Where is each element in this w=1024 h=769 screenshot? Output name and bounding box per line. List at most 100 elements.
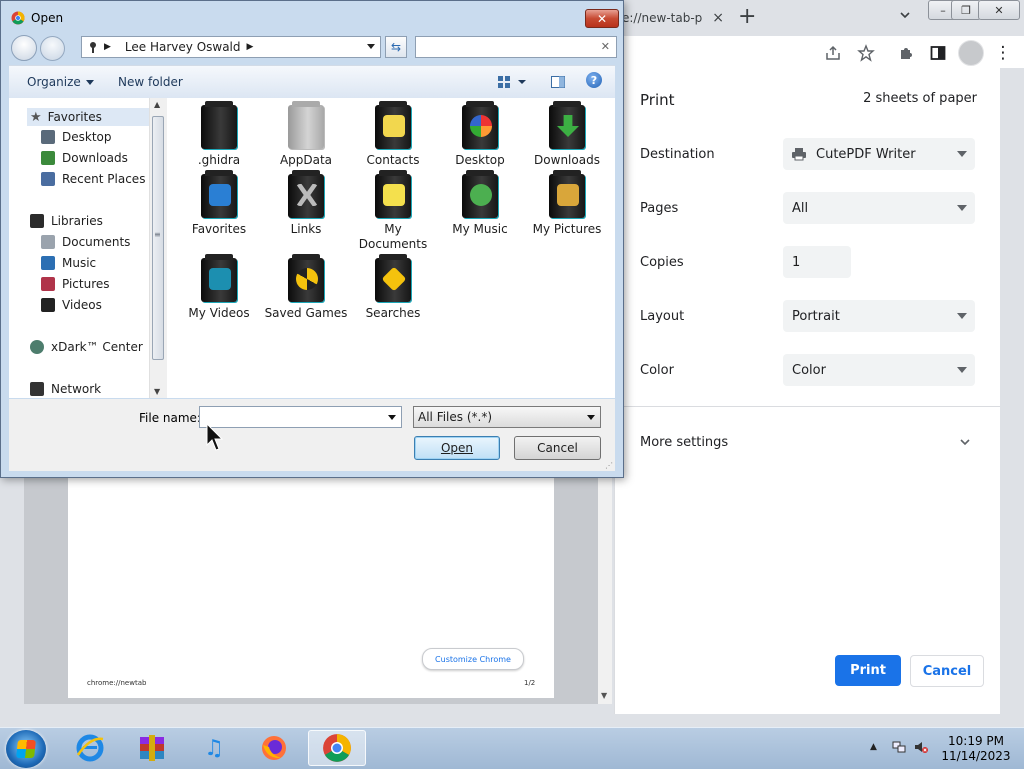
breadcrumb-separator-icon[interactable]: ▶ [247, 42, 254, 52]
scroll-down-arrow-icon[interactable]: ▼ [601, 691, 607, 700]
side-panel-icon[interactable] [929, 44, 947, 62]
folder-my-music[interactable]: My Music [438, 170, 522, 237]
system-clock[interactable]: 10:19 PM 11/14/2023 [940, 734, 1012, 764]
star-icon[interactable] [857, 44, 875, 62]
page-footer-number: 1/2 [524, 679, 536, 687]
folder-appdata[interactable]: AppData [264, 101, 348, 168]
nav-scrollbar[interactable]: ▲ ≡ ▼ [149, 98, 167, 398]
nav-pictures[interactable]: Pictures [41, 277, 110, 291]
file-name-input[interactable] [199, 406, 402, 428]
extensions-icon[interactable] [897, 44, 915, 62]
address-bar[interactable]: ▶ Lee Harvey Oswald ▶ [81, 36, 381, 58]
nav-downloads[interactable]: Downloads [41, 151, 128, 165]
documents-emblem-icon [383, 184, 405, 206]
color-select[interactable]: Color [783, 354, 975, 386]
nav-documents[interactable]: Documents [41, 235, 130, 249]
nav-videos[interactable]: Videos [41, 298, 102, 312]
nav-recent-places[interactable]: Recent Places [41, 172, 145, 186]
new-folder-button[interactable]: New folder [118, 75, 183, 89]
contacts-emblem-icon [383, 115, 405, 137]
nav-desktop-label: Desktop [62, 130, 112, 144]
destination-select[interactable]: CutePDF Writer [783, 138, 975, 170]
taskbar-music[interactable]: ♫ [188, 730, 240, 766]
refresh-button[interactable]: ⇆ [385, 36, 407, 58]
taskbar-ie[interactable] [64, 730, 116, 766]
folder-saved-games[interactable]: Saved Games [264, 254, 348, 321]
organize-button[interactable]: Organize [27, 75, 94, 89]
nav-libraries-label: Libraries [51, 214, 103, 228]
clear-search-icon[interactable]: ✕ [601, 40, 610, 53]
pages-value: All [792, 200, 809, 216]
new-tab-button[interactable]: + [738, 4, 756, 29]
folder-label: .ghidra [197, 153, 241, 167]
nav-libraries[interactable]: Libraries [30, 214, 103, 228]
scroll-down-arrow-icon[interactable]: ▼ [154, 387, 160, 396]
music-icon: ♫ [204, 735, 224, 761]
folder-my-pictures[interactable]: My Pictures [525, 170, 609, 237]
help-icon[interactable]: ? [586, 72, 602, 88]
nav-favorites[interactable]: ★ Favorites [27, 108, 149, 126]
file-name-dropdown-icon[interactable] [388, 415, 396, 420]
volume-muted-icon[interactable] [914, 740, 928, 754]
folder-icon [201, 101, 237, 149]
links-folder-icon [288, 170, 324, 218]
restore-button[interactable]: ❐ [951, 0, 981, 20]
copies-input[interactable]: 1 [783, 246, 851, 278]
folder-searches[interactable]: Searches [351, 254, 435, 321]
more-settings-toggle[interactable]: More settings [640, 435, 728, 450]
menu-icon[interactable]: ⋮ [994, 43, 1012, 63]
back-button[interactable] [11, 35, 37, 61]
open-button[interactable]: Open [414, 436, 500, 460]
resize-grip-icon[interactable]: ⋰ [605, 461, 613, 470]
nav-desktop[interactable]: Desktop [41, 130, 112, 144]
layout-select[interactable]: Portrait [783, 300, 975, 332]
folder-contacts[interactable]: Contacts [351, 101, 435, 168]
dropdown-caret-icon [957, 205, 967, 211]
profile-avatar[interactable] [958, 40, 984, 66]
folder-favorites[interactable]: Favorites [177, 170, 261, 237]
change-view-icon[interactable] [496, 74, 512, 90]
start-button[interactable] [6, 730, 46, 768]
close-window-button[interactable]: ✕ [978, 0, 1020, 20]
taskbar-winrar[interactable] [126, 730, 178, 766]
folder-my-documents[interactable]: My Documents [351, 170, 435, 252]
nav-xdark-center[interactable]: xDark™ Center [30, 340, 143, 354]
file-type-select[interactable]: All Files (*.*) [413, 406, 601, 428]
sheets-count: 2 sheets of paper [863, 91, 977, 106]
preview-pane-icon[interactable] [550, 74, 566, 90]
folder-icon [288, 101, 324, 149]
breadcrumb-user[interactable]: Lee Harvey Oswald [125, 40, 241, 54]
share-icon[interactable] [824, 44, 842, 62]
folder-downloads[interactable]: Downloads [525, 101, 609, 168]
taskbar-chrome[interactable] [308, 730, 366, 766]
nav-favorites-label: Favorites [47, 110, 102, 124]
videos-folder-icon [201, 254, 237, 302]
dialog-close-button[interactable]: ✕ [585, 9, 619, 28]
chevron-down-icon[interactable] [959, 436, 971, 448]
scroll-up-arrow-icon[interactable]: ▲ [154, 100, 160, 109]
view-options-caret-icon[interactable] [517, 74, 527, 90]
pages-select[interactable]: All [783, 192, 975, 224]
breadcrumb-separator-icon[interactable]: ▶ [104, 42, 111, 52]
search-box[interactable]: ✕ [415, 36, 617, 58]
browser-tab[interactable]: e://new-tab-p × [618, 3, 730, 33]
tab-close-icon[interactable]: × [712, 10, 724, 26]
nav-music[interactable]: Music [41, 256, 96, 270]
customize-chrome-button: Customize Chrome [422, 648, 524, 670]
print-cancel-button[interactable]: Cancel [910, 655, 984, 687]
cancel-button[interactable]: Cancel [514, 436, 601, 460]
tray-expand-icon[interactable]: ▲ [870, 742, 877, 752]
forward-button[interactable] [40, 36, 65, 61]
folder-desktop[interactable]: Desktop [438, 101, 522, 168]
print-button[interactable]: Print [835, 655, 901, 686]
tab-search-chevron-icon[interactable] [898, 8, 912, 22]
folder-my-videos[interactable]: My Videos [177, 254, 261, 321]
nav-network[interactable]: Network [30, 382, 101, 396]
folder-ghidra[interactable]: .ghidra [177, 101, 261, 168]
winrar-icon [140, 735, 164, 761]
print-settings-panel: Print 2 sheets of paper Destination Cute… [614, 68, 1001, 714]
address-dropdown-icon[interactable] [367, 44, 375, 49]
network-tray-icon[interactable] [892, 740, 906, 754]
taskbar-firefox[interactable] [248, 730, 300, 766]
folder-links[interactable]: Links [264, 170, 348, 237]
